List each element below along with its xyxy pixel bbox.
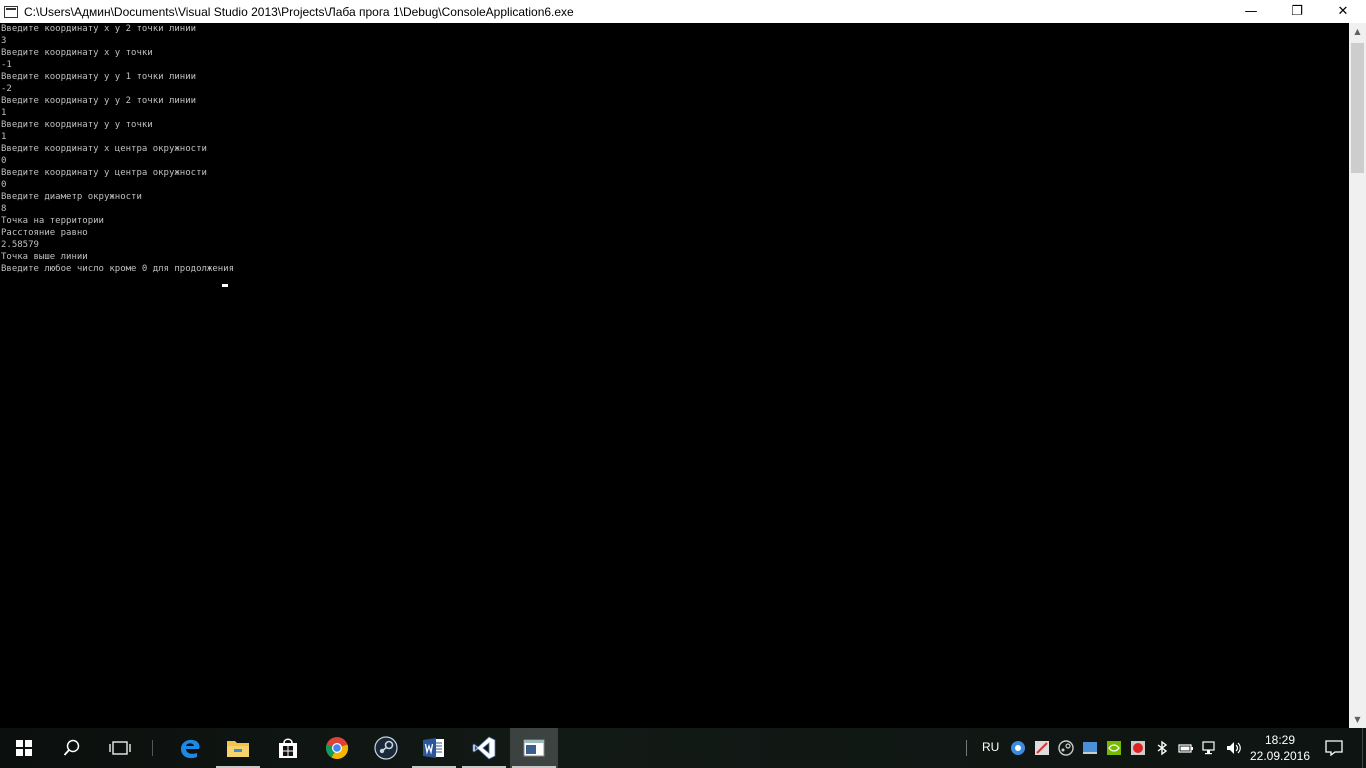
console-line: 0 [1, 156, 7, 166]
task-view-icon [109, 741, 131, 755]
steam-tray-icon [1058, 740, 1074, 756]
minimize-icon: — [1244, 4, 1258, 19]
tray-steam[interactable] [1058, 740, 1074, 756]
taskbar-store[interactable] [264, 728, 312, 768]
tray-power[interactable] [1178, 740, 1194, 756]
tray-volume[interactable] [1226, 740, 1242, 756]
language-indicator[interactable]: RU [982, 740, 999, 754]
action-center-button[interactable] [1324, 740, 1344, 756]
clock-time: 18:29 [1264, 733, 1296, 747]
close-button[interactable]: ✕ [1320, 0, 1366, 23]
vertical-scrollbar[interactable]: ▲ ▼ [1349, 23, 1366, 728]
tray-app1[interactable] [1010, 740, 1026, 756]
taskbar-console[interactable] [510, 728, 558, 768]
taskbar-word[interactable] [410, 728, 458, 768]
notifications-icon [1325, 740, 1343, 756]
console-line: -2 [1, 84, 12, 94]
steam-icon [374, 736, 398, 760]
tray-app3[interactable] [1082, 740, 1098, 756]
network-globe-icon [1011, 741, 1025, 755]
console-line: 8 [1, 204, 7, 214]
console-line: 3 [1, 36, 7, 46]
chrome-icon [325, 737, 349, 760]
volume-icon [1227, 742, 1241, 754]
console-line: Точка выше линии [1, 252, 88, 262]
scroll-up-button[interactable]: ▲ [1349, 23, 1366, 40]
console-line: Введите диаметр окружности [1, 192, 142, 202]
close-icon: ✕ [1337, 4, 1349, 19]
tray-app2[interactable] [1034, 740, 1050, 756]
minimize-button[interactable]: — [1228, 0, 1274, 23]
scroll-thumb[interactable] [1351, 43, 1364, 173]
start-button[interactable] [0, 728, 48, 768]
battery-icon [1178, 744, 1193, 753]
chevron-down-icon: ▼ [1354, 715, 1361, 724]
taskbar-visual-studio[interactable] [460, 728, 508, 768]
console-line: -1 [1, 60, 12, 70]
tray-bluetooth[interactable] [1154, 740, 1170, 756]
taskbar-chrome[interactable] [313, 728, 361, 768]
console-line: 2.58579 [1, 240, 39, 250]
tray-separator [966, 740, 967, 756]
edge-icon [181, 739, 200, 759]
window-controls: — ❐ ✕ [1228, 0, 1366, 23]
chevron-up-icon: ▲ [1354, 27, 1361, 36]
console-line: Точка на территории [1, 216, 104, 226]
taskbar-edge[interactable] [166, 728, 214, 768]
folder-icon [227, 741, 249, 757]
search-button[interactable] [48, 728, 96, 768]
display-icon [1083, 742, 1097, 754]
visual-studio-icon [472, 736, 496, 760]
console-line: Расстояние равно [1, 228, 88, 238]
windows-logo-icon [16, 740, 32, 756]
window-title: C:\Users\Админ\Documents\Visual Studio 2… [24, 4, 574, 19]
console-line: Введите любое число кроме 0 для продолже… [1, 264, 234, 274]
console-line: Введите координату x у точки [1, 48, 153, 58]
console-line: 1 [1, 132, 7, 142]
network-icon [1202, 741, 1215, 755]
restore-icon: ❐ [1291, 4, 1303, 19]
store-icon [279, 738, 297, 758]
antivirus-icon [1131, 741, 1145, 755]
console-output[interactable]: Введите координату x у 2 точки линии 3 В… [0, 23, 1349, 728]
clock-date: 22.09.2016 [1249, 749, 1311, 763]
nvidia-icon [1107, 741, 1121, 755]
taskbar-steam[interactable] [362, 728, 410, 768]
console-line: Введите координату y у 1 точки линии [1, 72, 197, 82]
tray-app4[interactable] [1130, 740, 1146, 756]
search-icon [63, 739, 80, 756]
taskbar-separator [152, 740, 153, 756]
text-cursor [222, 284, 228, 287]
console-line: Введите координату y центра окружности [1, 168, 207, 178]
console-line: Введите координату y у 2 точки линии [1, 96, 197, 106]
taskbar: RU 18:29 22.09.2016 [0, 728, 1366, 768]
clock[interactable]: 18:29 22.09.2016 [1248, 732, 1312, 764]
console-icon [523, 739, 545, 757]
tray-network[interactable] [1202, 740, 1218, 756]
console-line: Введите координату x у 2 точки линии [1, 24, 197, 34]
tray-nvidia[interactable] [1106, 740, 1122, 756]
security-icon [1035, 741, 1049, 755]
scroll-down-button[interactable]: ▼ [1349, 711, 1366, 728]
task-view-button[interactable] [96, 728, 144, 768]
console-line: Введите координату x центра окружности [1, 144, 207, 154]
maximize-button[interactable]: ❐ [1274, 0, 1320, 23]
console-line: 0 [1, 180, 7, 190]
console-line: 1 [1, 108, 7, 118]
taskbar-file-explorer[interactable] [214, 728, 262, 768]
console-app-icon[interactable] [4, 5, 18, 18]
console-line: Введите координату y у точки [1, 120, 153, 130]
show-desktop-button[interactable] [1362, 728, 1366, 768]
bluetooth-icon [1157, 740, 1168, 756]
title-bar[interactable]: C:\Users\Админ\Documents\Visual Studio 2… [0, 0, 1366, 23]
word-icon [423, 738, 444, 758]
